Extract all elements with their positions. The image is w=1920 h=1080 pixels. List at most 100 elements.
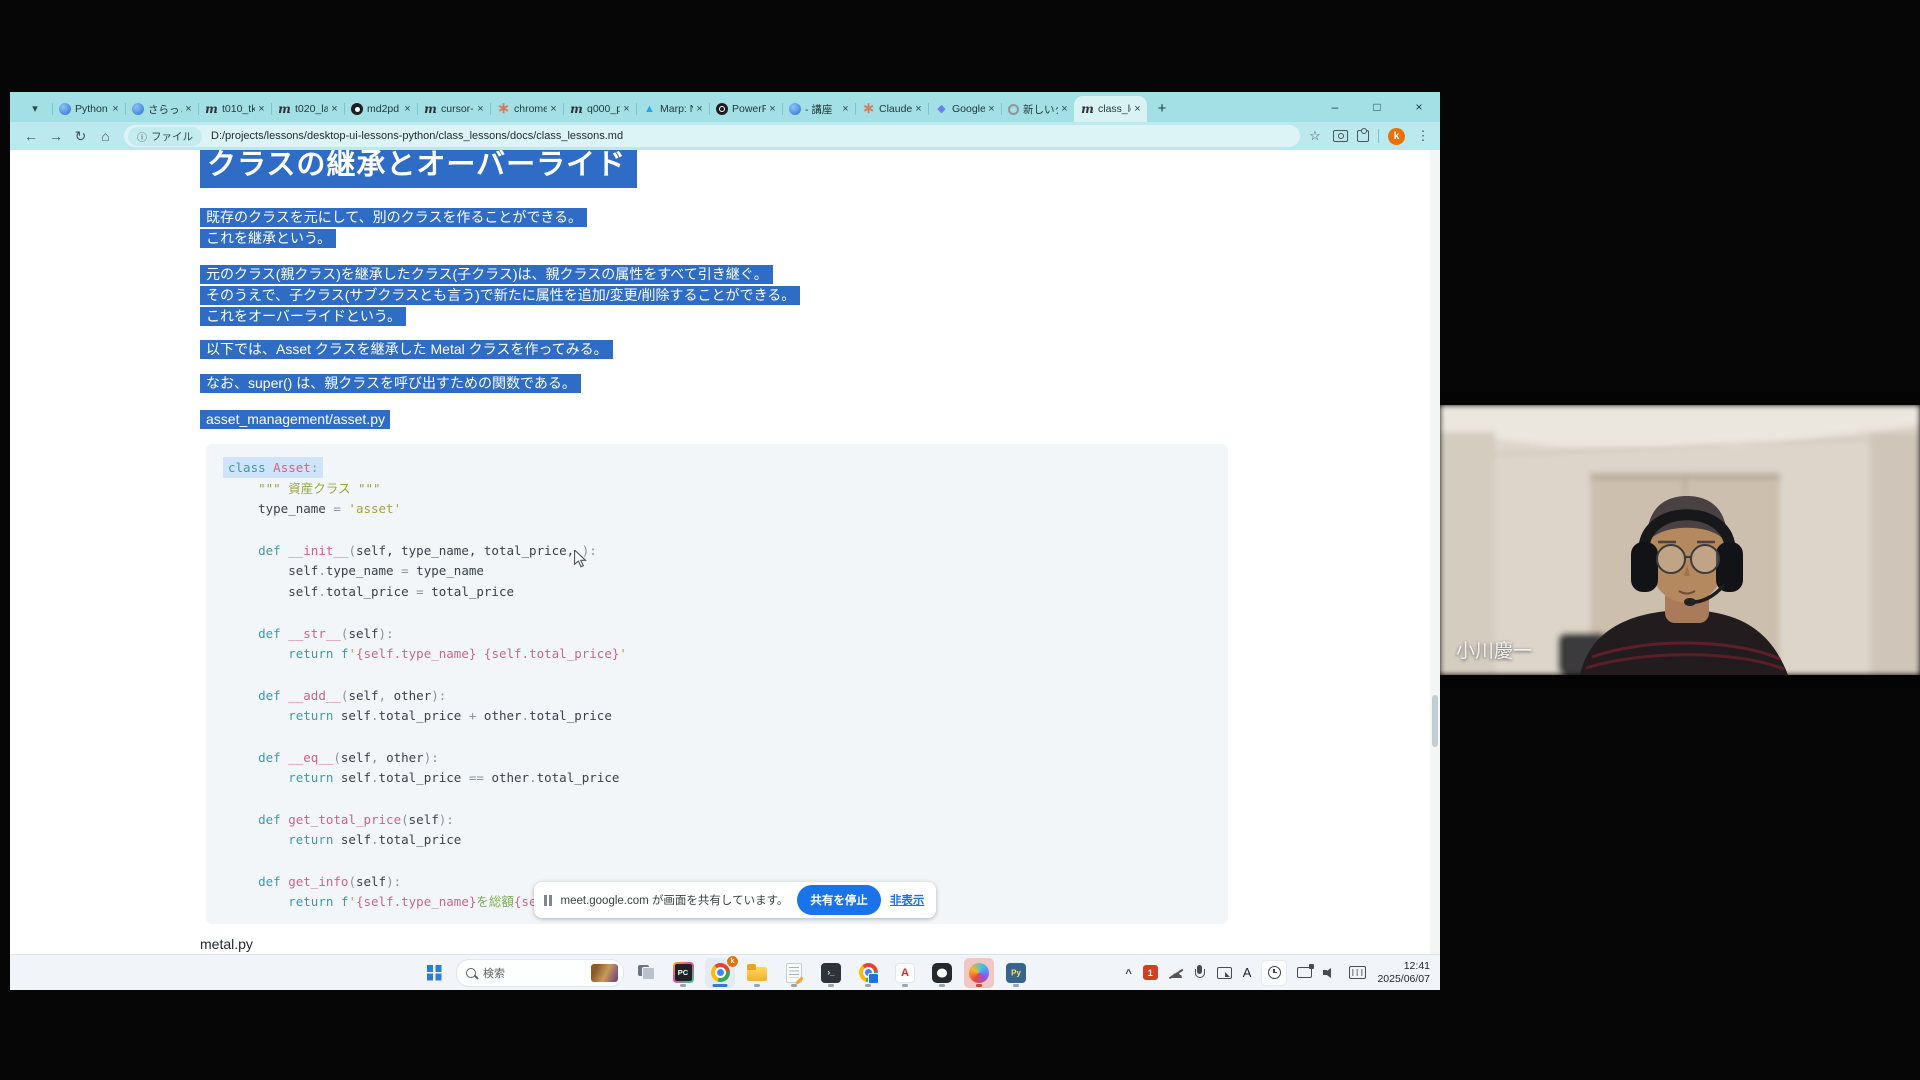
tab-close-icon[interactable]: ×: [693, 103, 706, 115]
minimize-button[interactable]: –: [1314, 92, 1356, 122]
tab-label: Claude: [879, 103, 912, 115]
notepad-icon: [786, 963, 802, 983]
extensions-puzzle-icon[interactable]: [1357, 130, 1369, 142]
tab-close-icon[interactable]: ×: [328, 103, 341, 115]
copilot-taskbar-button[interactable]: [964, 958, 994, 988]
tab-さらっと学[interactable]: さらっと学×: [125, 96, 198, 122]
code-line: type_name = 'asset': [228, 499, 1206, 520]
code-line: [228, 520, 1206, 541]
tab-close-icon[interactable]: ×: [547, 103, 560, 115]
tab-Python[interactable]: Python×: [52, 96, 125, 122]
stop-sharing-button[interactable]: 共有を停止: [797, 885, 881, 915]
tab-close-icon[interactable]: ×: [839, 103, 852, 115]
ime-mode-icon[interactable]: A: [1243, 965, 1252, 980]
code-line: return self.total_price: [228, 830, 1206, 851]
tab-close-icon[interactable]: ×: [1131, 103, 1144, 115]
pycharm-taskbar-button[interactable]: [668, 958, 698, 988]
paragraph-super-note: なお、super() は、親クラスを呼び出すための関数である。: [200, 373, 581, 394]
code-line: def __init__(self, type_name, total_pric…: [228, 541, 1206, 562]
address-bar[interactable]: ⓘ ファイル D:/projects/lessons/desktop-ui-le…: [124, 125, 1300, 147]
python-code-block[interactable]: class Asset: """ 資産クラス """ type_name = '…: [206, 444, 1228, 924]
tab-close-icon[interactable]: ×: [109, 103, 122, 115]
webcam-video: 小川慶一: [1440, 405, 1920, 675]
tab-t020_la[interactable]: t020_la×: [271, 96, 344, 122]
tab-t010_tk[interactable]: t010_tk×: [198, 96, 271, 122]
taskbar-search-box[interactable]: 検索: [456, 959, 624, 987]
tab-cursor-[interactable]: cursor-×: [417, 96, 490, 122]
tab-label: cursor-: [441, 103, 474, 115]
tab-close-icon[interactable]: ×: [474, 103, 487, 115]
chrome-taskbar-button[interactable]: k: [705, 958, 735, 988]
start-button[interactable]: [419, 958, 449, 988]
tab-close-icon[interactable]: ×: [766, 103, 779, 115]
scrollbar-thumb[interactable]: [1432, 695, 1438, 747]
bookmark-star-icon[interactable]: ☆: [1306, 128, 1324, 144]
notepad-taskbar-button[interactable]: [779, 958, 809, 988]
tab-Google[interactable]: Google×: [928, 96, 1001, 122]
kebab-menu-icon[interactable]: ⋮: [1414, 128, 1432, 144]
github-desktop-taskbar-button[interactable]: [927, 958, 957, 988]
onedrive-paused-icon[interactable]: ☁: [1169, 966, 1183, 980]
tray-expand-chevron-icon[interactable]: ^: [1125, 968, 1131, 980]
security-notification-icon[interactable]: 1: [1143, 965, 1158, 980]
ime-pad-icon[interactable]: [1349, 966, 1366, 979]
speaker-icon[interactable]: [1323, 966, 1338, 979]
profile-avatar[interactable]: k: [1388, 128, 1405, 145]
powerpoint-icon: [716, 103, 728, 115]
running-indicator: [865, 984, 871, 987]
clock-widget[interactable]: 12:41 2025/06/07: [1377, 960, 1430, 985]
python-file-taskbar-button[interactable]: [1001, 958, 1031, 988]
microphone-icon[interactable]: [1194, 965, 1206, 981]
home-icon[interactable]: ⌂: [93, 124, 118, 148]
new-tab-button[interactable]: +: [1149, 96, 1175, 120]
system-tray: ^ 1 ☁ A 12:41 2025/06/07: [1125, 955, 1430, 990]
browser-toolbar: ← → ↻ ⌂ ⓘ ファイル D:/projects/lessons/deskt…: [10, 122, 1440, 150]
claude-icon: [862, 103, 875, 116]
task-view-taskbar-button[interactable]: [631, 958, 661, 988]
tab-close-icon[interactable]: ×: [182, 103, 195, 115]
tab-chrome[interactable]: chrome×: [490, 96, 563, 122]
tab-q000_p[interactable]: q000_p×: [563, 96, 636, 122]
clock-face-icon: [1268, 966, 1281, 979]
tab-class_le[interactable]: class_le×: [1074, 96, 1147, 122]
tab-close-icon[interactable]: ×: [1058, 103, 1071, 115]
external-display-icon[interactable]: [1297, 967, 1312, 978]
scrollbar[interactable]: [1430, 150, 1440, 955]
paragraph-example-intro: 以下では、Asset クラスを継承した Metal クラスを作ってみる。: [200, 339, 613, 360]
close-button[interactable]: ×: [1398, 92, 1440, 122]
tab-md2pd[interactable]: md2pd×: [344, 96, 417, 122]
maximize-button[interactable]: □: [1356, 92, 1398, 122]
tabs-container: Python×さらっと学×t010_tk×t020_la×md2pd×curso…: [52, 92, 1147, 122]
media-camera-icon[interactable]: [1333, 130, 1348, 142]
markdown-icon: [570, 103, 583, 116]
pause-bars-icon: [544, 895, 552, 906]
hide-banner-link[interactable]: 非表示: [890, 892, 925, 908]
acrobat-taskbar-button[interactable]: [890, 958, 920, 988]
tab-Claude[interactable]: Claude×: [855, 96, 928, 122]
taskbar-apps: k: [631, 958, 1031, 988]
url-text: D:/projects/lessons/desktop-ui-lessons-p…: [211, 130, 623, 142]
chrome-icon: [711, 963, 730, 982]
chrome-profile2-taskbar-button[interactable]: [853, 958, 883, 988]
tab-close-icon[interactable]: ×: [912, 103, 925, 115]
tab-search-chevron-icon[interactable]: ▾: [20, 96, 50, 120]
terminal-taskbar-button[interactable]: [816, 958, 846, 988]
tab-close-icon[interactable]: ×: [985, 103, 998, 115]
clock-app-icon[interactable]: [1262, 961, 1286, 985]
tab-Marp: N[interactable]: Marp: N×: [636, 96, 709, 122]
tab-label: さらっと学: [148, 102, 182, 117]
screen-cast-icon[interactable]: [1217, 967, 1232, 979]
reload-icon[interactable]: ↻: [68, 124, 93, 148]
tab-PowerP[interactable]: PowerP×: [709, 96, 782, 122]
explorer-taskbar-button[interactable]: [742, 958, 772, 988]
tab-- 講座[interactable]: - 講座×: [782, 96, 855, 122]
back-icon[interactable]: ←: [18, 124, 43, 148]
tab-close-icon[interactable]: ×: [255, 103, 268, 115]
markdown-icon: [1081, 103, 1094, 116]
tab-新しいタ[interactable]: 新しいタ×: [1001, 96, 1074, 122]
file-scheme-chip[interactable]: ⓘ ファイル: [128, 127, 202, 146]
tab-label: PowerP: [732, 103, 766, 115]
forward-icon[interactable]: →: [43, 124, 68, 148]
tab-close-icon[interactable]: ×: [401, 103, 414, 115]
tab-close-icon[interactable]: ×: [620, 103, 633, 115]
